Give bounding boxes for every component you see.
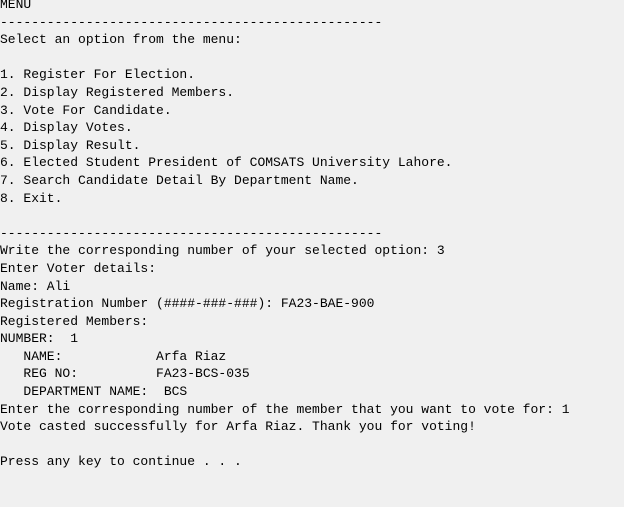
member-department-line: DEPARTMENT NAME: BCS (0, 384, 188, 400)
console-output[interactable]: MENU -----------------------------------… (0, 0, 624, 507)
menu-option-8: 8. Exit. (0, 190, 63, 206)
menu-prompt: Select an option from the menu: (0, 32, 242, 48)
registered-members-heading: Registered Members: (0, 313, 149, 329)
menu-option-2: 2. Display Registered Members. (0, 84, 235, 100)
separator-bottom: ----------------------------------------… (0, 225, 383, 241)
vote-choice-line: Enter the corresponding number of the me… (0, 401, 570, 417)
voter-registration-line: Registration Number (####-###-###): FA23… (0, 296, 375, 312)
continue-prompt: Press any key to continue . . . (0, 454, 242, 470)
voter-details-heading: Enter Voter details: (0, 260, 157, 276)
menu-option-3: 3. Vote For Candidate. (0, 102, 172, 118)
selected-option-line: Write the corresponding number of your s… (0, 243, 445, 259)
menu-option-1: 1. Register For Election. (0, 67, 196, 83)
menu-option-5: 5. Display Result. (0, 137, 141, 153)
vote-confirmation-line: Vote casted successfully for Arfa Riaz. … (0, 419, 476, 435)
member-regno-line: REG NO: FA23-BCS-035 (0, 366, 250, 382)
menu-option-4: 4. Display Votes. (0, 120, 133, 136)
menu-option-7: 7. Search Candidate Detail By Department… (0, 172, 359, 188)
menu-title: MENU (0, 0, 32, 12)
member-name-line: NAME: Arfa Riaz (0, 348, 227, 364)
separator-top: ----------------------------------------… (0, 14, 383, 30)
menu-option-6: 6. Elected Student President of COMSATS … (0, 155, 453, 171)
voter-name-line: Name: Ali (0, 278, 71, 294)
member-number-line: NUMBER: 1 (0, 331, 79, 347)
